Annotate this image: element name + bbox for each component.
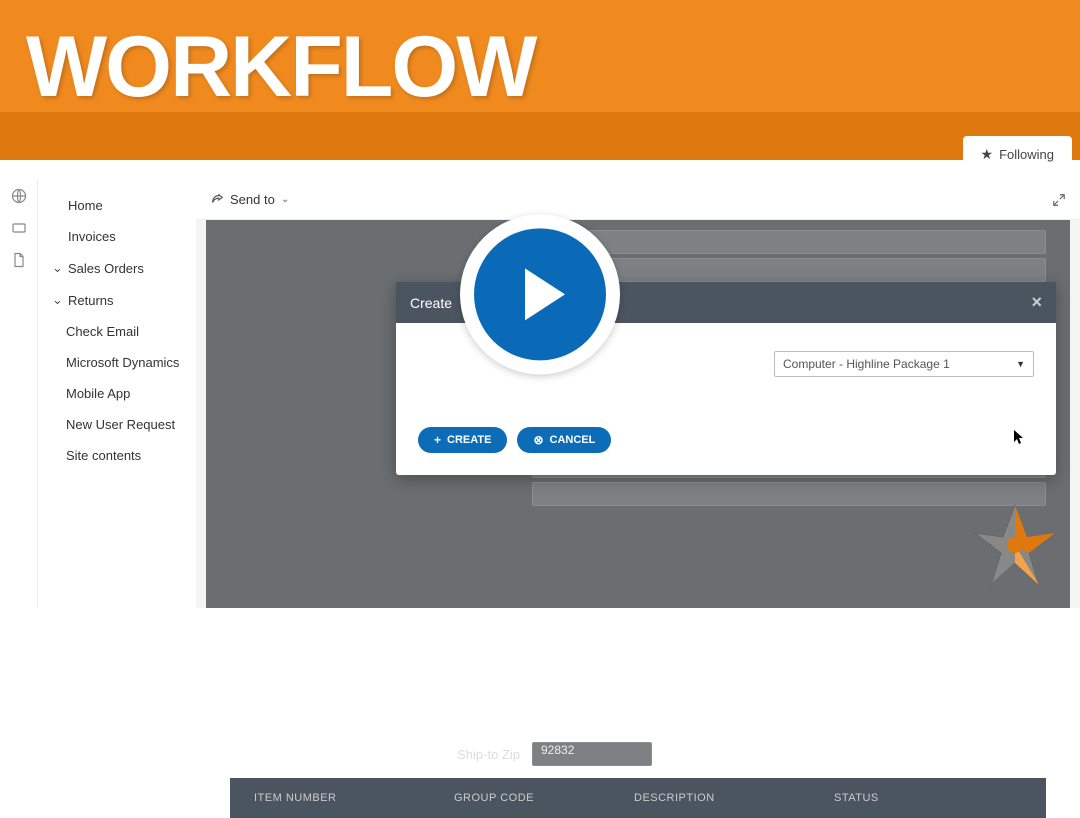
col-item-number: ITEM NUMBER	[254, 792, 454, 804]
sidebar-item-microsoft-dynamics[interactable]: Microsoft Dynamics	[38, 347, 196, 378]
col-description: DESCRIPTION	[634, 792, 834, 804]
sidebar-item-mobile-app[interactable]: Mobile App	[38, 378, 196, 409]
header-banner: WORKFLOW ★ Following	[0, 0, 1080, 160]
share-icon	[210, 193, 224, 207]
sidebar-item-check-email[interactable]: Check Email	[38, 316, 196, 347]
sidebar-nav: Home Invoices ⌄Sales Orders ⌄Returns Che…	[38, 180, 196, 608]
icon-rail	[0, 180, 38, 608]
sidebar-item-sales-orders[interactable]: ⌄Sales Orders	[38, 252, 196, 284]
select-value: Computer - Highline Package 1	[783, 357, 950, 371]
sidebar-item-returns[interactable]: ⌄Returns	[38, 284, 196, 316]
table-header: ITEM NUMBER GROUP CODE DESCRIPTION STATU…	[230, 778, 1046, 818]
close-icon[interactable]: ×	[1031, 292, 1042, 313]
expand-icon[interactable]	[1052, 193, 1066, 207]
play-button[interactable]	[460, 214, 620, 374]
cancel-button[interactable]: ⊗ CANCEL	[517, 427, 611, 453]
banner-title: WORKFLOW	[26, 18, 535, 117]
following-tab[interactable]: ★ Following	[963, 136, 1072, 173]
plus-icon: +	[434, 433, 441, 447]
following-label: Following	[999, 147, 1054, 162]
chevron-down-icon: ⌄	[52, 260, 62, 276]
col-status: STATUS	[834, 792, 954, 804]
modal-footer: + CREATE ⊗ CANCEL	[396, 413, 1056, 475]
chevron-down-icon: ⌄	[281, 194, 289, 205]
sidebar-item-site-contents[interactable]: Site contents	[38, 440, 196, 471]
create-button[interactable]: + CREATE	[418, 427, 507, 453]
main-panel: Send to ⌄ Bill- Ship-to Zip 92832	[196, 180, 1080, 608]
content-area: Bill- Ship-to Zip 92832 ITEM NUMBER GROU…	[206, 220, 1070, 608]
send-to-label: Send to	[230, 192, 275, 207]
sidebar-item-new-user-request[interactable]: New User Request	[38, 409, 196, 440]
send-to-menu[interactable]: Send to ⌄	[210, 192, 289, 207]
sidebar-item-home[interactable]: Home	[38, 190, 196, 221]
brand-logo	[960, 495, 1070, 600]
document-icon[interactable]	[11, 252, 27, 268]
chevron-down-icon: ⌄	[52, 292, 62, 308]
globe-icon[interactable]	[11, 188, 27, 204]
star-icon: ★	[981, 146, 994, 163]
card-icon[interactable]	[11, 220, 27, 236]
ship-zip-value[interactable]: 92832	[532, 742, 652, 766]
modal-title: Create	[410, 295, 452, 311]
cursor-icon	[1014, 430, 1026, 449]
sidebar-item-invoices[interactable]: Invoices	[38, 221, 196, 252]
caret-down-icon: ▼	[1016, 359, 1025, 369]
cancel-icon: ⊗	[533, 433, 543, 447]
ship-to-zip-row: Ship-to Zip 92832	[230, 742, 1046, 766]
toolbar: Send to ⌄	[196, 180, 1080, 220]
col-group-code: GROUP CODE	[454, 792, 634, 804]
product-select[interactable]: Computer - Highline Package 1 ▼	[774, 351, 1034, 377]
ship-zip-label: Ship-to Zip	[230, 747, 520, 762]
play-icon	[474, 228, 606, 360]
